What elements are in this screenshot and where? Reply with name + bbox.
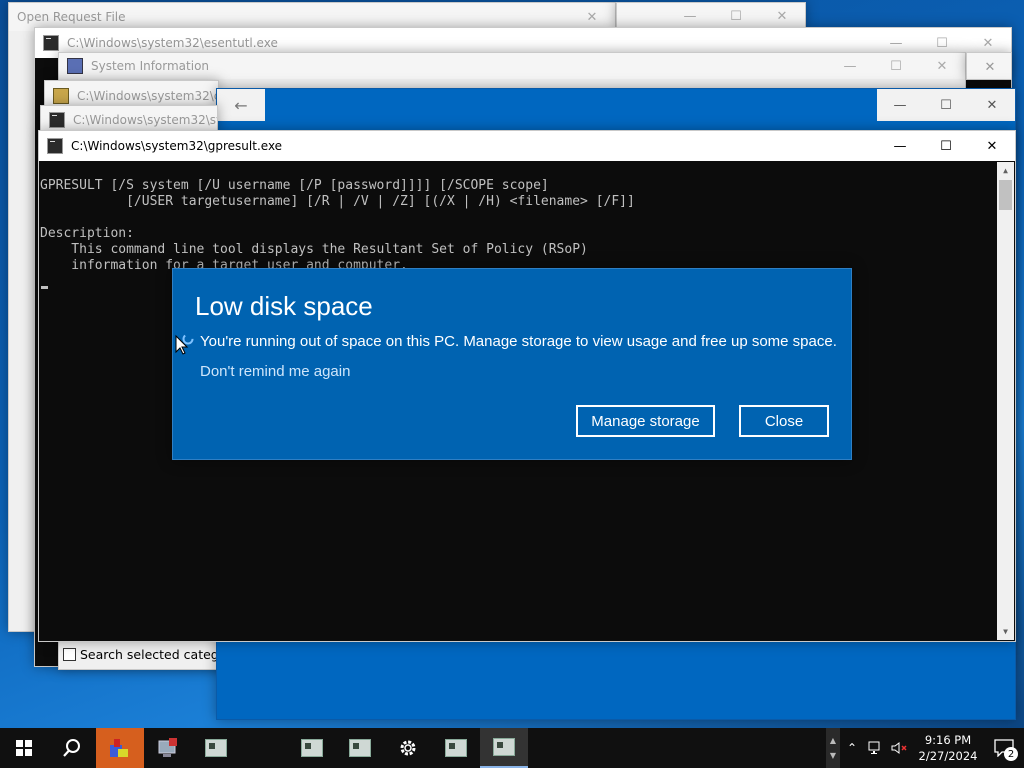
close-icon[interactable]: ✕ [969, 89, 1015, 121]
maximize-icon[interactable]: ☐ [713, 3, 759, 29]
console-app-icon [205, 739, 227, 757]
notification-count-badge: 2 [1004, 747, 1018, 761]
settings-window-controls: — ☐ ✕ [877, 89, 1015, 121]
start-button[interactable] [0, 728, 48, 768]
console-app-icon [445, 739, 467, 757]
back-button[interactable]: ← [217, 89, 265, 121]
console-app-icon [349, 739, 371, 757]
clock-time: 9:16 PM [924, 733, 972, 747]
window-title: C:\Windows\system32\gpresult.exe [71, 139, 283, 153]
low-disk-space-toast: Low disk space You're running out of spa… [172, 268, 852, 460]
background-window: — ☐ ✕ [616, 2, 806, 29]
gpresult-titlebar[interactable]: C:\Windows\system32\gpresult.exe — ☐ ✕ [39, 131, 1015, 161]
chevron-down-icon[interactable]: ▼ [830, 751, 836, 760]
scroll-up-icon[interactable]: ▲ [997, 162, 1014, 179]
taskbar-app-gpresult[interactable] [480, 728, 528, 768]
close-icon[interactable]: ✕ [759, 3, 805, 29]
close-icon[interactable]: ✕ [967, 53, 1013, 81]
console-app-icon [493, 738, 515, 756]
minimize-icon[interactable]: — [877, 131, 923, 161]
minimize-icon[interactable]: — [667, 3, 713, 29]
chevron-up-icon[interactable]: ▲ [830, 736, 836, 745]
side-window: ✕ [966, 52, 1012, 80]
cmd-icon [47, 138, 63, 154]
gear-icon [400, 740, 416, 756]
system-tray: ▲ ▼ ⌃ 9:16 PM 2/27/2024 2 [826, 728, 1024, 768]
search-button[interactable] [48, 728, 96, 768]
system-information-icon [158, 738, 177, 757]
scroll-down-icon[interactable]: ▼ [997, 623, 1014, 640]
vertical-scrollbar[interactable]: ▲ ▼ [997, 162, 1014, 640]
taskbar-spacer [240, 728, 288, 768]
window-title: Open Request File [17, 10, 126, 24]
toast-title: Low disk space [195, 291, 373, 321]
dont-remind-link[interactable]: Don't remind me again [200, 363, 350, 380]
minimize-icon[interactable]: — [877, 89, 923, 121]
show-hidden-icons-icon[interactable]: ⌃ [840, 741, 864, 755]
tray-scroll[interactable]: ▲ ▼ [826, 728, 840, 768]
system-window: C:\Windows\system32\syst [40, 105, 218, 134]
close-icon[interactable]: ✕ [969, 131, 1015, 161]
search-selected-category-label: Search selected categor [80, 647, 232, 662]
taskbar-app-console-2[interactable] [288, 728, 336, 768]
checkbox[interactable] [63, 648, 76, 661]
system-information-icon [67, 58, 83, 74]
taskbar-app-console-4[interactable] [432, 728, 480, 768]
scroll-thumb[interactable] [999, 180, 1012, 210]
manage-storage-button[interactable]: Manage storage [576, 405, 715, 437]
toast-message: You're running out of space on this PC. … [200, 333, 837, 350]
search-icon [63, 739, 80, 757]
console-cursor [41, 286, 48, 289]
taskbar-app-console-3[interactable] [336, 728, 384, 768]
cmd-icon [49, 112, 65, 128]
mouse-pointer-icon [175, 334, 194, 355]
maximize-icon[interactable]: ☐ [923, 89, 969, 121]
window-title: C:\Windows\system32\syst [73, 113, 217, 127]
window-title: C:\Windows\system32\esentutl.exe [67, 36, 278, 50]
cmd-icon [43, 35, 59, 51]
console-app-icon [301, 739, 323, 757]
maximize-icon[interactable]: ☐ [873, 53, 919, 79]
system-information-titlebar[interactable]: System Information — ☐ ✕ [59, 53, 965, 79]
console-text: GPRESULT [/S system [/U username [/P [pa… [40, 178, 635, 273]
close-button[interactable]: Close [739, 405, 829, 437]
volume-muted-icon[interactable] [888, 741, 912, 755]
clock-date: 2/27/2024 [918, 749, 978, 763]
window-title: C:\Windows\system32\certu [77, 89, 218, 103]
network-icon[interactable] [864, 741, 888, 755]
taskbar-app-system-information[interactable] [144, 728, 192, 768]
maximize-icon[interactable]: ☐ [923, 131, 969, 161]
clock[interactable]: 9:16 PM 2/27/2024 [912, 732, 984, 764]
taskbar-app-certificates[interactable] [96, 728, 144, 768]
action-center-button[interactable]: 2 [984, 728, 1024, 768]
window-title: System Information [91, 59, 210, 73]
close-icon[interactable]: ✕ [919, 53, 965, 79]
windows-logo-icon [16, 740, 32, 756]
background-titlebar[interactable]: — ☐ ✕ [617, 3, 805, 29]
taskbar-app-settings[interactable] [384, 728, 432, 768]
search-selected-category-option[interactable]: Search selected categor [63, 647, 232, 662]
taskbar-app-console-1[interactable] [192, 728, 240, 768]
minimize-icon[interactable]: — [827, 53, 873, 79]
taskbar: ▲ ▼ ⌃ 9:16 PM 2/27/2024 2 [0, 728, 1024, 768]
app-shapes-icon [110, 739, 128, 757]
certificate-icon [53, 88, 69, 104]
